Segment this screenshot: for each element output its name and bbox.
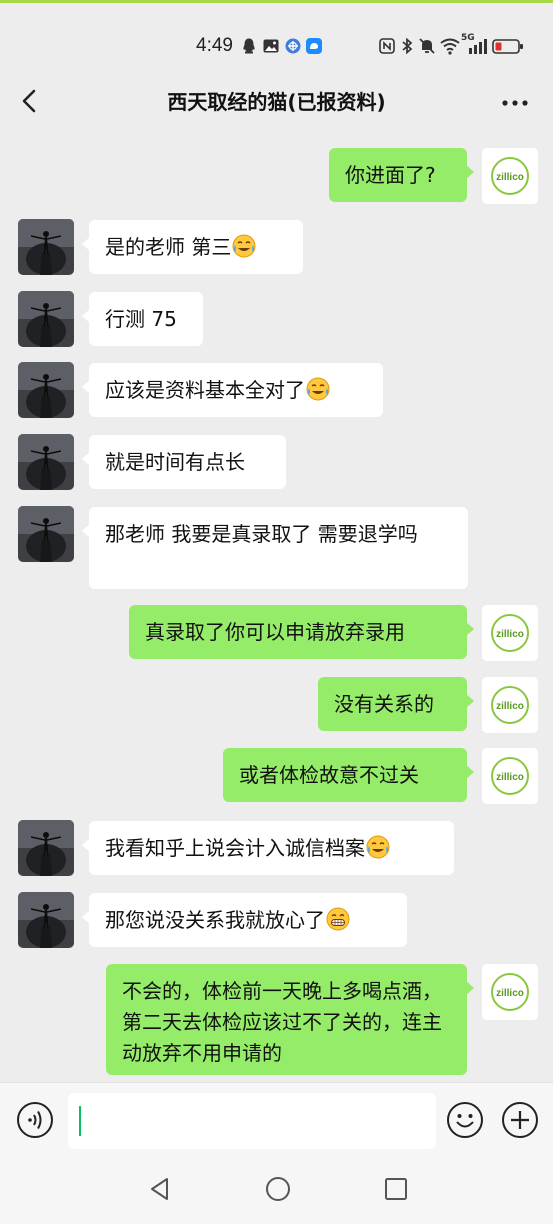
app-icon	[306, 38, 322, 54]
contact-avatar[interactable]	[18, 291, 74, 347]
message-bubble[interactable]: 我看知乎上说会计入诚信档案	[82, 821, 454, 875]
my-avatar[interactable]	[482, 605, 538, 661]
cry-laugh-emoji	[306, 377, 330, 401]
message-bubble[interactable]: 你进面了?	[329, 148, 474, 202]
message-text: 行测 75	[105, 307, 177, 331]
message-input[interactable]	[68, 1093, 436, 1149]
more-dots-icon[interactable]	[499, 86, 531, 118]
message-text: 不会的，体检前一天晚上多喝点酒，第二天去体检应该过不了关的，连主动放弃不用申请的	[122, 979, 442, 1065]
nav-home-icon[interactable]	[264, 1175, 292, 1203]
message-bubble[interactable]: 那您说没关系我就放心了	[82, 893, 407, 947]
browser-icon	[285, 38, 301, 54]
system-nav-bar	[0, 1158, 553, 1224]
message-bubble[interactable]: 真录取了你可以申请放弃录用	[129, 605, 474, 659]
message-bubble[interactable]: 那老师 我要是真录取了 需要退学吗	[82, 507, 468, 589]
nav-back-icon[interactable]	[147, 1176, 173, 1202]
my-avatar[interactable]	[482, 148, 538, 204]
emoji-icon[interactable]	[446, 1101, 484, 1139]
my-avatar[interactable]	[482, 748, 538, 804]
contact-avatar[interactable]	[18, 362, 74, 418]
message-bubble[interactable]: 是的老师 第三	[82, 220, 303, 274]
bluetooth-icon	[402, 37, 413, 55]
cry-laugh-emoji	[366, 835, 390, 859]
message-text: 或者体检故意不过关	[239, 763, 419, 787]
message-bubble[interactable]: 行测 75	[82, 292, 203, 346]
text-cursor	[79, 1106, 81, 1136]
nav-recents-icon[interactable]	[383, 1176, 409, 1202]
contact-avatar[interactable]	[18, 820, 74, 876]
message-text: 应该是资料基本全对了	[105, 378, 305, 402]
contact-avatar[interactable]	[18, 219, 74, 275]
battery-icon	[492, 39, 523, 54]
chat-title: 西天取经的猫(已报资料)	[167, 90, 386, 114]
chat-header: 西天取经的猫(已报资料)	[0, 72, 553, 132]
message-bubble[interactable]: 就是时间有点长	[82, 435, 286, 489]
contact-avatar[interactable]	[18, 434, 74, 490]
cry-laugh-emoji	[232, 234, 256, 258]
message-text: 没有关系的	[334, 692, 434, 716]
message-bubble[interactable]: 或者体检故意不过关	[223, 748, 474, 802]
image-icon	[263, 39, 279, 53]
plus-circle-icon[interactable]	[501, 1101, 539, 1139]
message-bubble[interactable]: 没有关系的	[318, 677, 474, 731]
my-avatar[interactable]	[482, 677, 538, 733]
nfc-icon	[379, 38, 395, 54]
message-text: 你进面了?	[345, 163, 436, 187]
qq-penguin-icon	[243, 38, 255, 54]
grin-emoji	[326, 907, 350, 931]
input-bar	[0, 1082, 553, 1159]
contact-avatar[interactable]	[18, 892, 74, 948]
message-text: 我看知乎上说会计入诚信档案	[105, 836, 365, 860]
status-bar: 4:49 5G	[0, 3, 553, 83]
message-bubble[interactable]: 不会的，体检前一天晚上多喝点酒，第二天去体检应该过不了关的，连主动放弃不用申请的	[106, 964, 474, 1075]
message-text: 就是时间有点长	[105, 450, 245, 474]
mute-icon	[419, 38, 435, 54]
message-text: 是的老师 第三	[105, 235, 232, 259]
voice-icon[interactable]	[16, 1101, 54, 1139]
my-avatar[interactable]	[482, 964, 538, 1020]
signal-icon	[469, 39, 487, 54]
message-text: 那您说没关系我就放心了	[105, 908, 325, 932]
wifi-icon	[440, 38, 460, 55]
status-time: 4:49	[196, 35, 233, 56]
message-bubble[interactable]: 应该是资料基本全对了	[82, 363, 383, 417]
message-text: 真录取了你可以申请放弃录用	[145, 620, 405, 644]
contact-avatar[interactable]	[18, 506, 74, 562]
message-text: 那老师 我要是真录取了 需要退学吗	[105, 522, 418, 546]
